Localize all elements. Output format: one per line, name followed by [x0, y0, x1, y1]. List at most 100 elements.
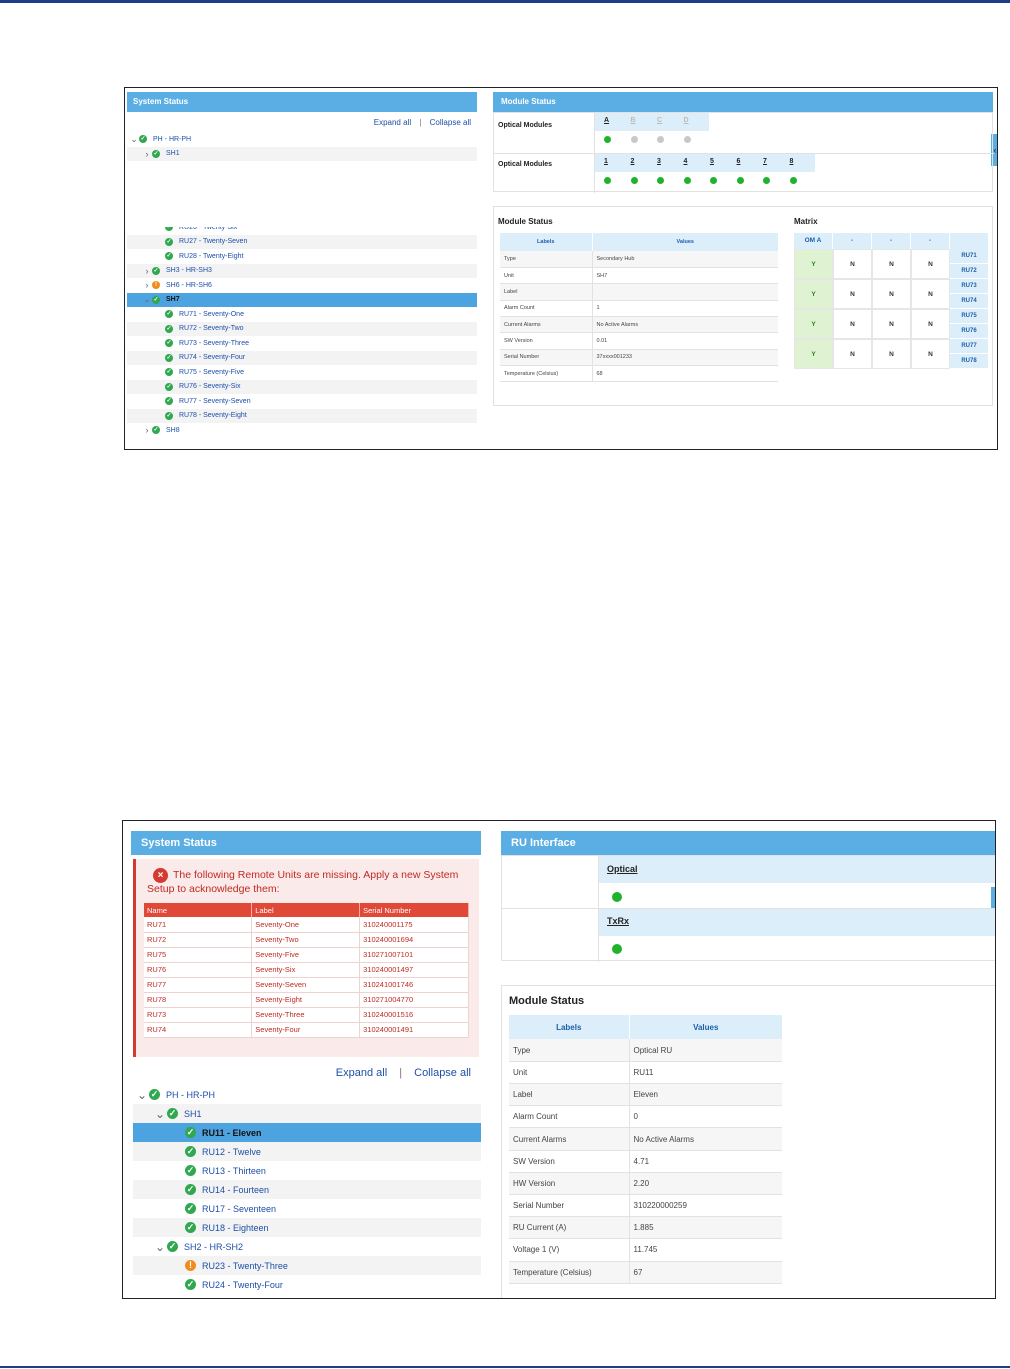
matrix-cell: Y: [794, 249, 833, 279]
row-value: 67: [629, 1261, 782, 1284]
exclamation-circle-icon: !: [152, 281, 160, 290]
optical-module-7[interactable]: 7: [763, 158, 767, 165]
row-label: Current Alarms: [500, 316, 593, 334]
tree-node[interactable]: ✓ RU12 - Twelve: [133, 1142, 481, 1161]
chevron-right-icon[interactable]: ›: [142, 280, 152, 290]
tree-node[interactable]: › ✓ SH8: [127, 423, 477, 438]
check-circle-icon: ✓: [165, 411, 173, 420]
missing-cell: RU72: [144, 932, 253, 948]
table-row: Temperature (Celsius) 67: [509, 1261, 782, 1284]
matrix-ru-link[interactable]: RU72: [950, 264, 988, 279]
optical-module-8[interactable]: 8: [790, 158, 794, 165]
chevron-down-icon[interactable]: ⌄: [142, 294, 152, 305]
missing-cell: RU75: [144, 947, 253, 963]
module-details-box: Module Status Labels Values Type Secondary …: [493, 206, 993, 406]
optical-module-status-dot: [604, 177, 611, 184]
collapse-all-link[interactable]: Collapse all: [430, 118, 471, 127]
optical-module-3[interactable]: 3: [657, 158, 661, 165]
chevron-right-icon[interactable]: ›: [142, 149, 152, 159]
matrix-cell: Y: [794, 279, 833, 309]
table-row: Temperature (Celsius) 68: [500, 365, 778, 383]
matrix-ru-link[interactable]: RU76: [950, 324, 988, 339]
tree-node[interactable]: ✓ RU72 - Seventy-Two: [127, 321, 477, 336]
tree-toolbar: Expand all | Collapse all: [336, 1067, 471, 1079]
module-status-table: Labels Values Type Secondary Hub Unit SH7 Labe…: [500, 233, 778, 383]
tree-node[interactable]: › ✓ SH1: [127, 146, 477, 161]
optical-module-C[interactable]: C: [657, 117, 662, 124]
row-label: Unit: [500, 267, 593, 285]
optical-module-1[interactable]: 1: [604, 158, 608, 165]
tree-node[interactable]: ✓ RU73 - Seventy-Three: [127, 336, 477, 351]
missing-cell: 310240001516: [359, 1007, 469, 1023]
tree-node[interactable]: ✓ RU28 - Twenty-Eight: [127, 249, 477, 264]
chevron-right-icon[interactable]: ›: [142, 266, 152, 276]
optical-module-D[interactable]: D: [684, 117, 689, 124]
optical-module-A[interactable]: A: [604, 117, 609, 124]
optical-module-4[interactable]: 4: [684, 158, 688, 165]
row-label: Label: [500, 283, 593, 301]
tree-node[interactable]: ✓ RU26 - Twenty-Six: [127, 223, 477, 235]
matrix-ru-link[interactable]: RU78: [950, 354, 988, 369]
chevron-down-icon[interactable]: ⌄: [153, 1107, 167, 1121]
optical-module-status-dot: [736, 177, 744, 184]
matrix-ru-link[interactable]: RU71: [950, 249, 988, 264]
tree-node[interactable]: ✓ RU11 - Eleven: [133, 1123, 481, 1142]
tree-node[interactable]: ✓ RU74 - Seventy-Four: [127, 350, 477, 365]
tree-node-label: PH - HR-PH: [166, 1089, 215, 1100]
row-label: Serial Number: [500, 349, 593, 366]
row-value: No Active Alarms: [629, 1127, 782, 1151]
chevron-down-icon[interactable]: ⌄: [135, 1088, 149, 1102]
expand-all-link[interactable]: Expand all: [336, 1067, 387, 1079]
optical-module-status-dot: [604, 136, 611, 143]
chevron-down-icon[interactable]: ⌄: [153, 1240, 167, 1254]
tree-node[interactable]: ✓ RU77 - Seventy-Seven: [127, 394, 477, 409]
matrix-table: OM A - - - Y N N N RU71 RU72 Y N N N RU73 RU74 Y N N N RU75 R…: [794, 233, 989, 371]
tree-node[interactable]: ✓ RU14 - Fourteen: [133, 1180, 481, 1199]
matrix-ru-link[interactable]: RU73: [950, 279, 988, 294]
optical-module-status-dot: [710, 177, 717, 184]
system-status-panel-bottom: System Status × The following Remote Uni…: [123, 821, 483, 1298]
tree-node[interactable]: ⌄ ✓ PH - HR-PH: [127, 132, 477, 147]
tree-node[interactable]: ›! SH6 - HR-SH6: [127, 278, 477, 293]
tree-node[interactable]: ! RU23 - Twenty-Three: [133, 1256, 481, 1275]
tree-node[interactable]: ✓ RU17 - Seventeen: [133, 1199, 481, 1218]
tree-node[interactable]: ✓ RU76 - Seventy-Six: [127, 379, 477, 394]
optical-label[interactable]: Optical: [607, 864, 638, 874]
optical-module-2[interactable]: 2: [631, 158, 635, 165]
optical-module-6[interactable]: 6: [737, 158, 741, 165]
optical-module-5[interactable]: 5: [710, 158, 714, 165]
tree-node[interactable]: ✓ RU75 - Seventy-Five: [127, 365, 477, 380]
tree-node[interactable]: ✓ RU13 - Thirteen: [133, 1161, 481, 1180]
tree-node[interactable]: ⌄ ✓ SH7: [127, 292, 477, 307]
table-row: Type Optical RU: [509, 1039, 782, 1062]
txrx-label[interactable]: TxRx: [607, 916, 629, 926]
check-circle-icon: ✓: [165, 397, 173, 406]
optical-modules-label-2: Optical Modules: [498, 161, 553, 168]
missing-cell: 310240001497: [359, 962, 469, 978]
matrix-ru-link[interactable]: RU74: [950, 294, 988, 309]
missing-cell: Seventy-Eight: [251, 992, 361, 1008]
row-value: 37xxxx001233: [592, 349, 778, 366]
chevron-down-icon[interactable]: ⌄: [129, 134, 139, 145]
matrix-ru-link[interactable]: RU77: [950, 339, 988, 354]
tree-node[interactable]: ✓ RU27 - Twenty-Seven: [127, 234, 477, 249]
tree-node[interactable]: ✓ RU18 - Eighteen: [133, 1218, 481, 1237]
tree-node[interactable]: ✓ RU71 - Seventy-One: [127, 307, 477, 322]
expand-all-link[interactable]: Expand all: [374, 118, 411, 127]
matrix-ru-link[interactable]: RU75: [950, 309, 988, 324]
separator: |: [399, 1067, 403, 1079]
tree-node[interactable]: › ✓ SH3 - HR-SH3: [127, 263, 477, 278]
collapse-all-link[interactable]: Collapse all: [414, 1067, 471, 1079]
check-circle-icon: ✓: [185, 1127, 196, 1138]
optical-module-B[interactable]: B: [631, 117, 636, 124]
page-top-rule: [0, 0, 1010, 3]
tree-node-label: RU26 - Twenty-Six: [179, 223, 238, 231]
chevron-right-icon[interactable]: ›: [142, 425, 152, 435]
check-circle-icon: ✓: [185, 1222, 196, 1233]
row-value: No Active Alarms: [592, 316, 778, 334]
tree-node[interactable]: ✓ RU24 - Twenty-Four: [133, 1275, 481, 1294]
tree-node[interactable]: ✓ RU78 - Seventy-Eight: [127, 408, 477, 423]
tree-node[interactable]: ⌄ ✓ PH - HR-PH: [133, 1085, 481, 1104]
tree-node[interactable]: ⌄ ✓ SH1: [133, 1104, 481, 1123]
tree-node[interactable]: ⌄ ✓ SH2 - HR-SH2: [133, 1237, 481, 1256]
